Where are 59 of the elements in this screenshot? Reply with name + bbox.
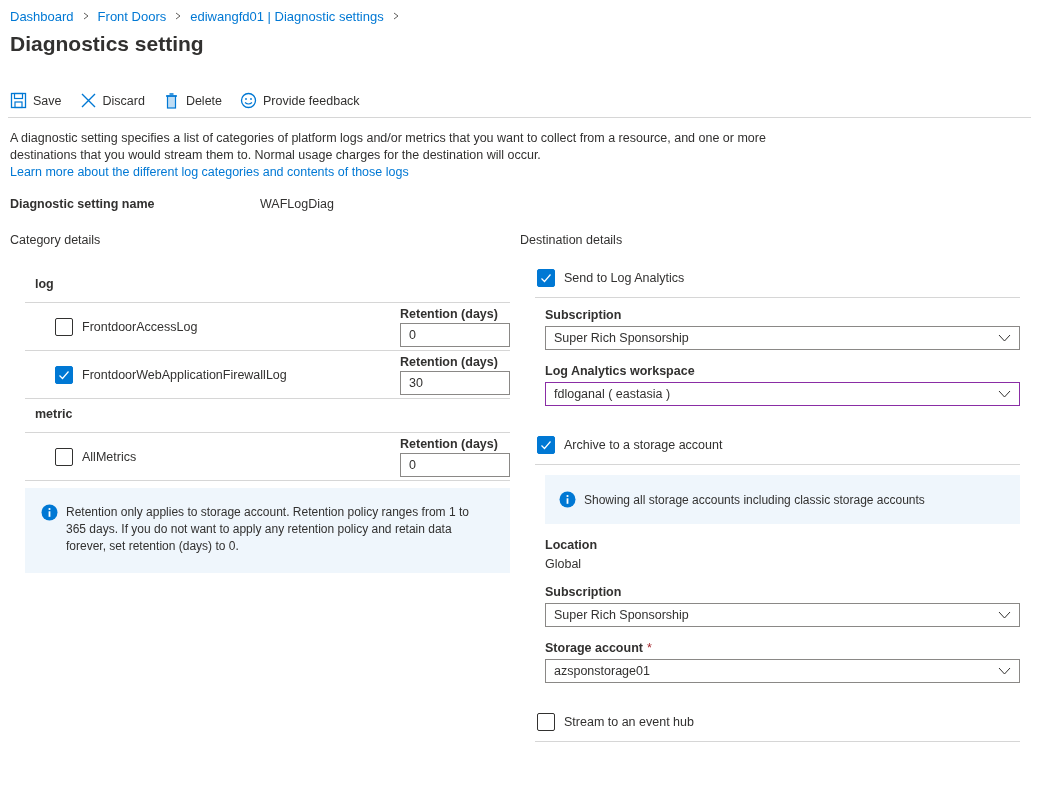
field-label: Subscription (545, 308, 623, 322)
section-heading: Category details (10, 233, 102, 249)
info-icon (559, 491, 576, 508)
smiley-icon (240, 92, 257, 109)
info-text: Showing all storage accounts including classic storage accounts (584, 492, 925, 507)
chevron-down-icon (998, 390, 1011, 398)
learn-more-link[interactable]: Learn more about the different log categories and contents of those logs (10, 164, 409, 181)
group-heading: metric (25, 399, 510, 433)
checkbox[interactable] (55, 447, 73, 466)
destination-label: Stream to an event hub (564, 715, 694, 729)
feedback-button[interactable]: Provide feedback (238, 90, 362, 111)
setting-name-value: WAFLogDiag (260, 197, 334, 211)
section-heading: Destination details (520, 233, 624, 249)
page-title: Diagnostics setting (10, 32, 205, 56)
dropdown[interactable]: azsponstorage01 (545, 659, 1020, 683)
chevron-icon (174, 12, 183, 20)
chevron-icon (391, 12, 400, 20)
chevron-down-icon (998, 667, 1011, 675)
delete-button[interactable]: Delete (160, 90, 224, 111)
info-text: Retention only applies to storage account. Retention policy ranges from 1 to 365 days. If you do not want to apply any retention policy and retain data forever, set retention (days) to 0. (66, 504, 470, 555)
info-icon (41, 504, 58, 521)
checkbox[interactable] (537, 436, 555, 454)
retention-field[interactable]: 0 (400, 452, 510, 477)
close-icon (79, 92, 97, 109)
save-button[interactable]: Save (8, 90, 64, 111)
checkbox[interactable] (537, 713, 555, 731)
checkbox[interactable] (55, 365, 73, 384)
retention-field[interactable]: 0 (400, 322, 510, 347)
retention-label: Retention (days) (400, 306, 499, 321)
chevron-down-icon (998, 334, 1011, 342)
retention-field[interactable]: 30 (400, 370, 510, 395)
category-label: FrontdoorWebApplicationFirewallLog (82, 367, 287, 382)
dropdown[interactable]: Super Rich Sponsorship (545, 326, 1020, 350)
dropdown[interactable]: Super Rich Sponsorship (545, 603, 1020, 627)
description-text: A diagnostic setting specifies a list of categories of platform logs and/or metrics that you want to collect from a resource, and one or more destinations that you would stream them to. Normal usage charges for the destination will occur. Learn more about the different log categories and contents of those logs (10, 130, 767, 181)
field-value: Global (545, 557, 583, 571)
destination-label: Archive to a storage account (564, 438, 723, 452)
breadcrumb-link[interactable]: Dashboard (10, 8, 74, 24)
required-mark: * (646, 641, 652, 655)
field-label: Log Analytics workspace (545, 364, 696, 378)
field-label: Location (545, 538, 599, 552)
checkbox[interactable] (537, 269, 555, 287)
field-label: Subscription (545, 585, 623, 599)
setting-name-label: Diagnostic setting name (10, 197, 156, 211)
save-icon (10, 92, 27, 109)
checkbox[interactable] (55, 317, 73, 336)
dropdown[interactable]: fdloganal ( eastasia ) (545, 382, 1020, 406)
breadcrumb-link[interactable]: ediwangfd01 | Diagnostic settings (190, 8, 384, 24)
breadcrumb-link[interactable]: Front Doors (97, 8, 167, 24)
group-heading: log (25, 269, 510, 303)
category-label: AllMetrics (82, 449, 137, 464)
retention-label: Retention (days) (400, 436, 499, 451)
discard-button[interactable]: Discard (77, 90, 147, 111)
chevron-down-icon (998, 611, 1011, 619)
destination-label: Send to Log Analytics (564, 271, 685, 285)
field-label: Storage account (545, 641, 643, 655)
chevron-icon (81, 12, 90, 20)
category-label: FrontdoorAccessLog (82, 319, 198, 334)
retention-label: Retention (days) (400, 354, 499, 369)
